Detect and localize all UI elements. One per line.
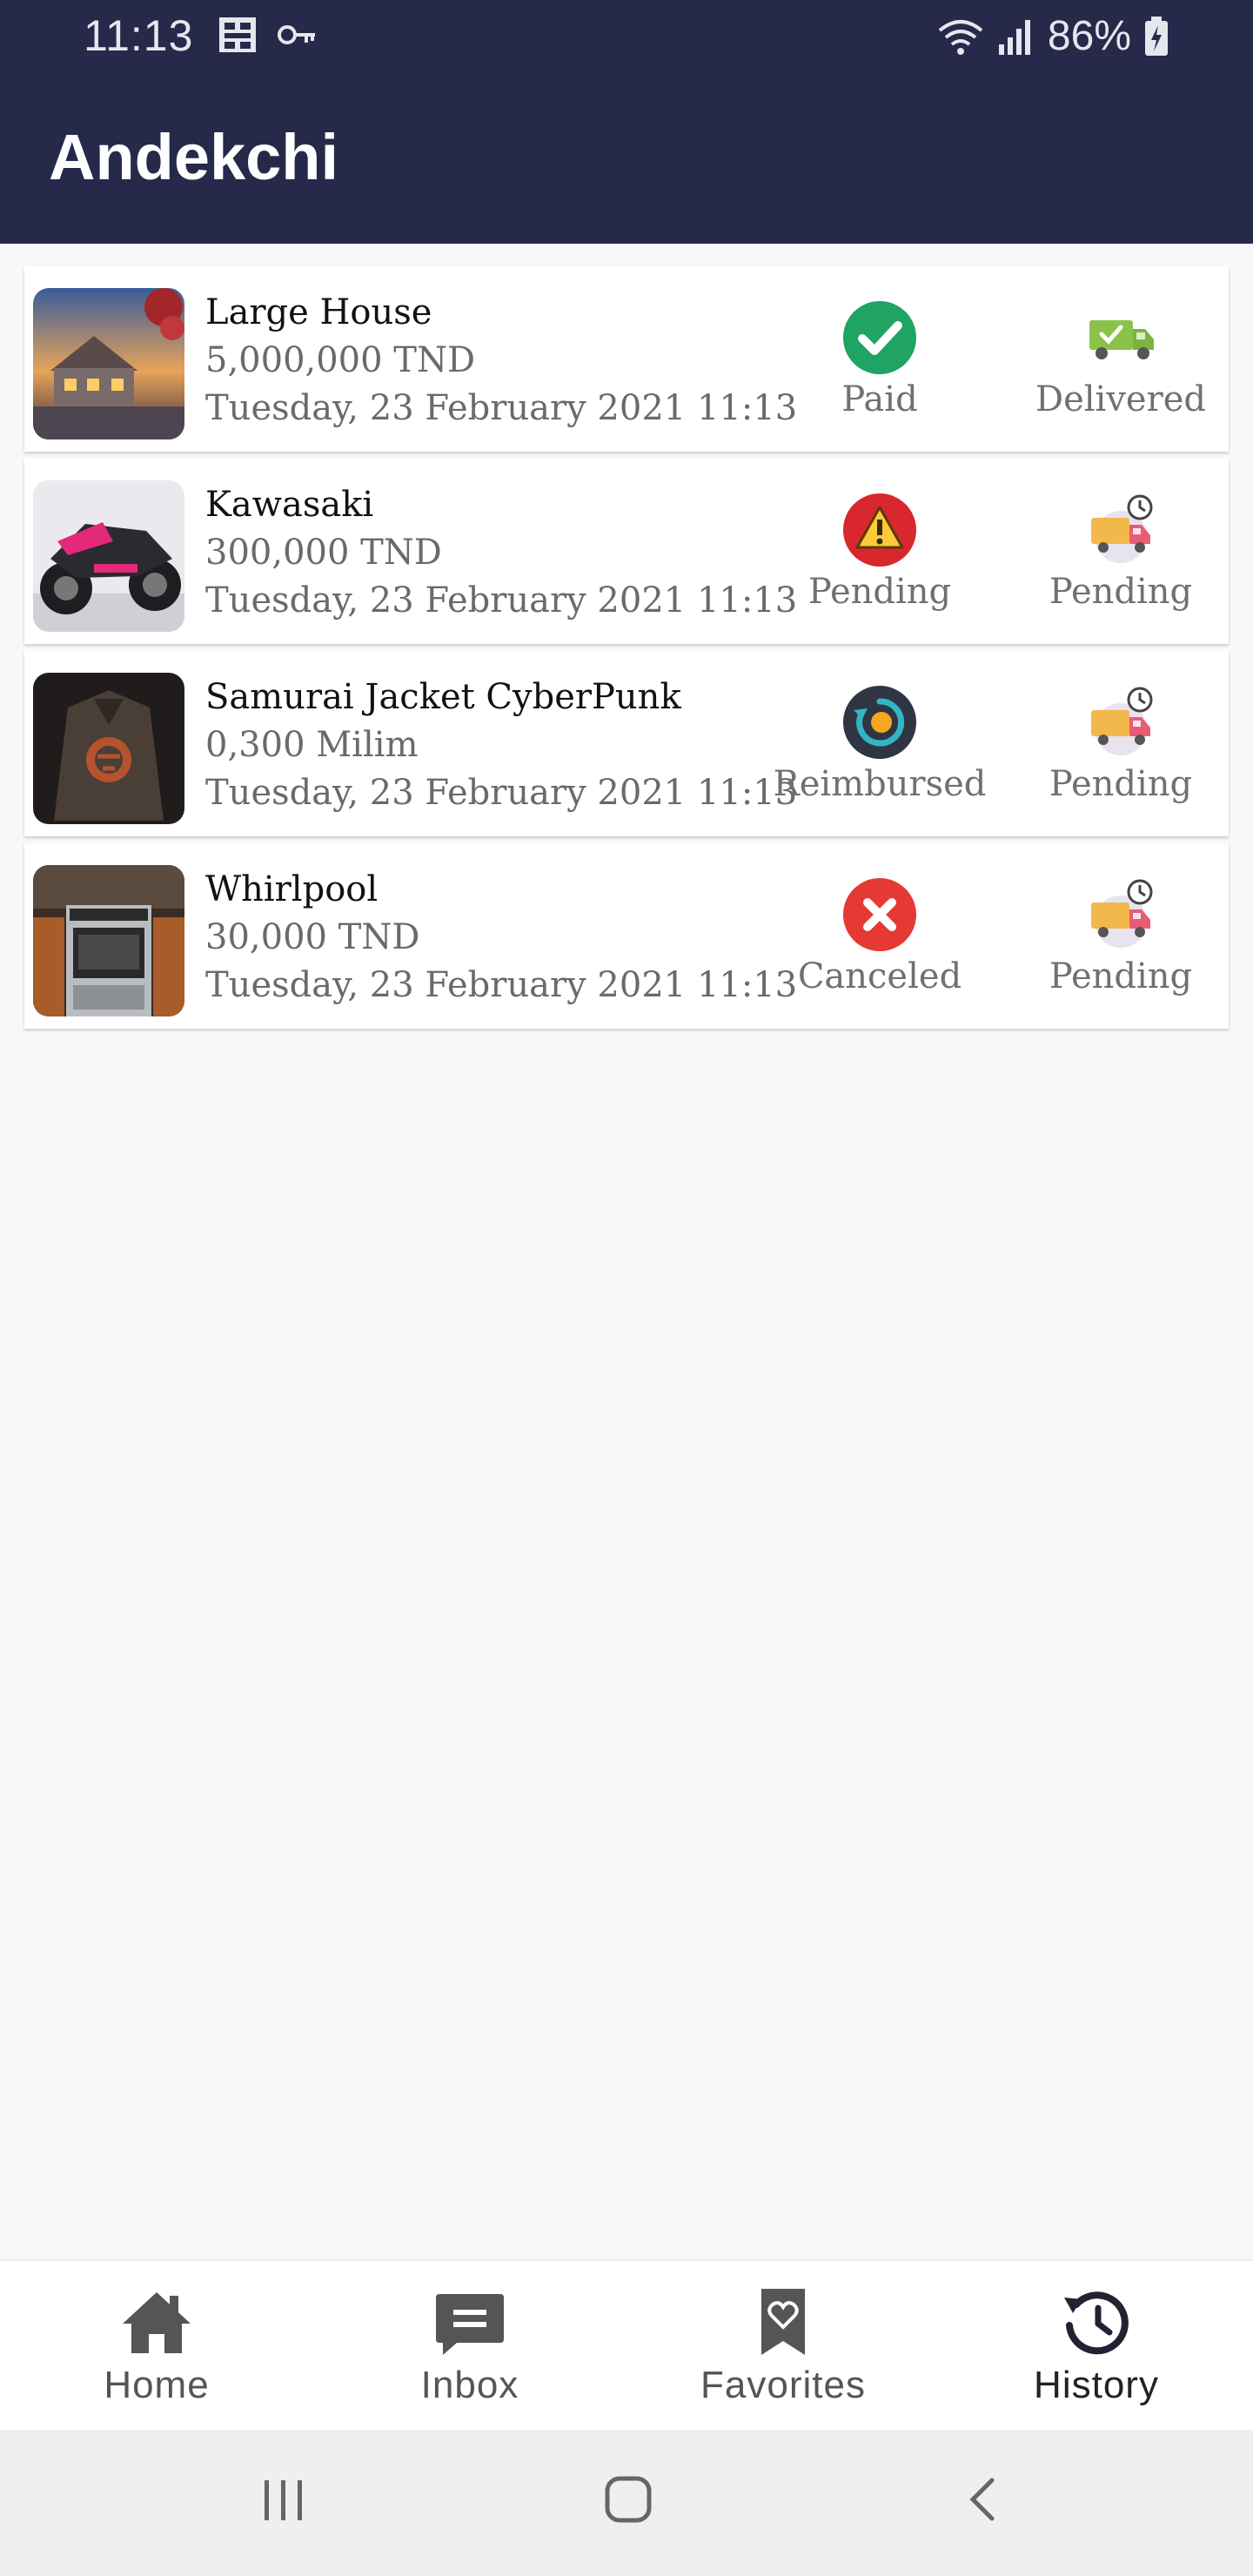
nav-item-home[interactable]: Home <box>0 2261 313 2432</box>
home-icon <box>123 2292 191 2353</box>
pending-truck-icon <box>1091 687 1153 755</box>
payment-status: Reimbursed <box>767 684 993 804</box>
status-bar: 11:13 86% <box>0 0 1253 73</box>
payment-status-label: Paid <box>841 379 918 419</box>
pending-warning-icon <box>843 493 916 567</box>
item-name: Samurai Jacket CyberPunk <box>205 677 681 717</box>
app-bar: Andekchi <box>0 73 1253 244</box>
item-name: Large House <box>205 292 432 332</box>
payment-status-label: Pending <box>807 572 952 612</box>
order-history-list: Large House 5,000,000 TND Tuesday, 23 Fe… <box>24 266 1229 1036</box>
order-row[interactable]: Samurai Jacket CyberPunk 0,300 Milim Tue… <box>24 651 1229 836</box>
nav-item-favorites[interactable]: Favorites <box>626 2261 940 2432</box>
payment-status-label: Canceled <box>797 956 962 996</box>
nav-label-inbox: Inbox <box>420 2364 519 2406</box>
nav-label-home: Home <box>104 2364 210 2406</box>
shipping-status: Pending <box>1008 876 1234 996</box>
item-name: Kawasaki <box>205 485 374 525</box>
item-price: 5,000,000 TND <box>205 340 476 380</box>
shipping-status: Pending <box>1008 492 1234 612</box>
wifi-icon <box>938 19 983 55</box>
payment-status: Paid <box>767 299 993 419</box>
bottom-navigation: Home Inbox Favorites History <box>0 2259 1253 2430</box>
shipping-status: Pending <box>1008 684 1234 804</box>
order-row[interactable]: Kawasaki 300,000 TND Tuesday, 23 Februar… <box>24 459 1229 644</box>
oven-photo <box>33 865 184 1016</box>
nav-item-inbox[interactable]: Inbox <box>313 2261 626 2432</box>
payment-status-label: Reimbursed <box>773 764 987 804</box>
order-row[interactable]: Whirlpool 30,000 TND Tuesday, 23 Februar… <box>24 843 1229 1029</box>
motorcycle-photo <box>33 480 184 632</box>
system-navigation-bar <box>0 2430 1253 2576</box>
app-title: Andekchi <box>49 121 339 193</box>
pending-truck-icon <box>1091 879 1153 948</box>
nav-item-history[interactable]: History <box>940 2261 1253 2432</box>
status-time: 11:13 <box>84 11 194 60</box>
inbox-icon <box>436 2294 504 2355</box>
nav-label-favorites: Favorites <box>700 2364 866 2406</box>
paid-check-icon <box>843 301 916 374</box>
item-date: Tuesday, 23 February 2021 11:13 <box>205 965 798 1005</box>
payment-status: Canceled <box>767 876 993 996</box>
recents-icon[interactable] <box>258 2473 310 2526</box>
delivered-truck-icon <box>1089 320 1154 359</box>
canceled-x-icon <box>843 878 916 951</box>
order-row[interactable]: Large House 5,000,000 TND Tuesday, 23 Fe… <box>24 266 1229 452</box>
key-icon <box>278 25 315 44</box>
grid-icon <box>219 17 256 52</box>
item-price: 300,000 TND <box>205 533 442 573</box>
shipping-status-label: Pending <box>1049 956 1193 996</box>
history-icon <box>1064 2291 1129 2355</box>
item-name: Whirlpool <box>205 869 379 909</box>
battery-icon <box>1145 16 1168 56</box>
item-date: Tuesday, 23 February 2021 11:13 <box>205 580 798 621</box>
favorites-icon <box>761 2289 805 2355</box>
shipping-status: Delivered <box>1008 299 1234 419</box>
back-icon[interactable] <box>957 2473 1009 2526</box>
shipping-status-label: Delivered <box>1035 379 1206 419</box>
payment-status: Pending <box>767 492 993 612</box>
reimbursed-icon <box>843 686 916 759</box>
house-photo <box>33 288 184 439</box>
battery-percent: 86% <box>1047 13 1131 59</box>
signal-icon <box>998 19 1030 55</box>
item-price: 0,300 Milim <box>205 725 419 765</box>
jacket-photo <box>33 673 184 824</box>
item-date: Tuesday, 23 February 2021 11:13 <box>205 388 798 428</box>
home-circle-icon[interactable] <box>602 2473 654 2526</box>
shipping-status-label: Pending <box>1049 572 1193 612</box>
shipping-status-label: Pending <box>1049 764 1193 804</box>
item-date: Tuesday, 23 February 2021 11:13 <box>205 773 798 813</box>
nav-label-history: History <box>1034 2364 1159 2406</box>
pending-truck-icon <box>1091 494 1153 563</box>
item-price: 30,000 TND <box>205 917 420 957</box>
